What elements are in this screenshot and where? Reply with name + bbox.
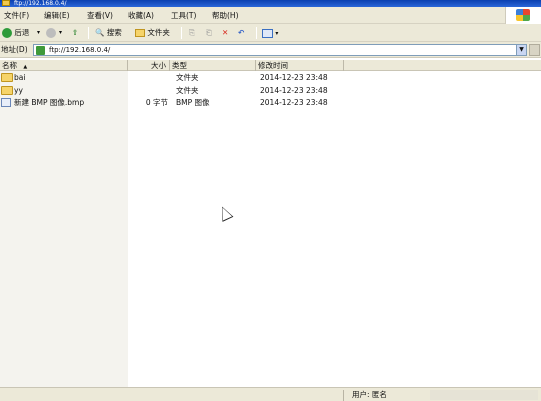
file-type: 文件夹 [176,73,199,82]
back-arrow-icon [2,28,12,38]
back-label: 后退 [14,28,30,37]
status-zone [430,390,538,400]
undo-icon[interactable]: ↶ [238,26,244,40]
window-title: ftp://192.168.0.4/ [14,0,67,7]
column-headers: 名称 ▲ 大小 类型 修改时间 [0,60,541,71]
file-name: yy [14,86,23,95]
address-bar: 地址(D) ftp://192.168.0.4/ ▼ [0,42,541,58]
file-modified: 2014-12-23 23:48 [260,98,328,107]
folders-button[interactable]: 文件夹 [135,26,170,40]
views-button[interactable]: ▾ [262,26,278,40]
file-modified: 2014-12-23 23:48 [260,73,328,82]
file-modified: 2014-12-23 23:48 [260,86,328,95]
file-name: 新建 BMP 图像.bmp [14,98,85,107]
menu-favorites[interactable]: 收藏(A) [128,10,154,22]
search-icon: 🔍 [95,28,105,37]
menu-edit[interactable]: 编辑(E) [44,10,70,22]
header-size[interactable]: 大小 [128,60,170,71]
header-name-label: 名称 [2,61,17,70]
ftp-folder-icon [36,46,45,55]
back-button[interactable]: 后退 [2,26,29,40]
back-dropdown-icon[interactable]: ▾ [37,26,40,40]
file-type: BMP 图像 [176,98,210,107]
windows-logo [505,7,541,24]
address-dropdown-icon[interactable]: ▼ [516,45,526,55]
file-name: bai [14,73,26,82]
folders-label: 文件夹 [147,28,170,37]
file-type: 文件夹 [176,86,199,95]
menu-tools[interactable]: 工具(T) [171,10,196,22]
forward-dropdown-icon[interactable]: ▾ [59,26,62,40]
address-input[interactable]: ftp://192.168.0.4/ ▼ [33,44,527,56]
menu-help[interactable]: 帮助(H) [212,10,239,22]
menu-bar: 文件(F) 编辑(E) 查看(V) 收藏(A) 工具(T) 帮助(H) [0,7,541,24]
forward-button[interactable] [46,26,56,40]
forward-arrow-icon [46,28,56,38]
folders-icon [135,29,145,37]
status-divider [343,390,344,401]
left-pane [0,71,128,387]
header-name[interactable]: 名称 ▲ [0,60,128,71]
views-dropdown-icon: ▾ [275,30,279,37]
up-folder-icon[interactable]: ⇧ [72,26,78,40]
menu-view[interactable]: 查看(V) [87,10,113,22]
title-bar: ftp://192.168.0.4/ [0,0,541,7]
menu-file[interactable]: 文件(F) [4,10,29,22]
sort-up-icon: ▲ [23,64,28,70]
copy-to-icon[interactable]: ⎗ [206,26,212,40]
folder-icon [1,86,13,95]
search-button[interactable]: 🔍 搜索 [95,26,122,40]
header-modified[interactable]: 修改时间 [256,60,344,71]
views-icon [262,28,273,38]
bmp-image-icon [1,98,11,107]
header-type[interactable]: 类型 [170,60,256,71]
address-value: ftp://192.168.0.4/ [49,46,111,54]
header-type-label: 类型 [172,61,187,70]
delete-icon[interactable]: ✕ [222,26,228,40]
move-to-icon[interactable]: ⎘ [189,26,195,40]
folder-icon [1,73,13,82]
file-row[interactable]: 新建 BMP 图像.bmp 0 字节 BMP 图像 2014-12-23 23:… [0,97,541,108]
status-user: 用户: 匿名 [352,390,387,399]
address-label: 地址(D) [1,45,28,54]
search-label: 搜索 [106,28,122,37]
window-icon [2,0,10,6]
header-size-label: 大小 [151,61,166,70]
file-row[interactable]: yy 文件夹 2014-12-23 23:48 [0,85,541,96]
toolbar: 后退 ▾ ▾ ⇧ 🔍 搜索 文件夹 ⎘ ⎗ ✕ ↶ ▾ [0,24,541,42]
status-bar: 用户: 匿名 [0,387,541,401]
header-modified-label: 修改时间 [258,61,288,70]
file-row[interactable]: bai 文件夹 2014-12-23 23:48 [0,72,541,83]
windows-flag-icon [516,9,530,21]
go-button[interactable] [529,44,540,56]
file-size: 0 字节 [145,98,168,107]
